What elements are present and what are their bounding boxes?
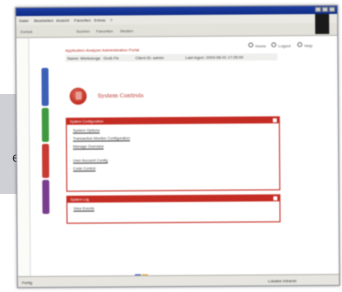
config-panel-title: System Configuration xyxy=(69,119,104,124)
menu-datei[interactable]: Datei xyxy=(19,18,28,23)
search-button[interactable]: Suchen xyxy=(76,29,90,34)
home-link[interactable]: Home xyxy=(255,43,266,48)
log-panel-header: System Log xyxy=(67,195,280,203)
browser-window: Datei Bearbeiten Ansicht Favoriten Extra… xyxy=(15,4,340,289)
user-role: Groß Fix xyxy=(103,55,119,61)
browser-logo-icon xyxy=(315,13,330,35)
config-item-user-account[interactable]: User Account Config xyxy=(73,158,108,162)
minimize-button[interactable] xyxy=(315,6,322,13)
close-button[interactable] xyxy=(329,6,336,12)
config-item-code-control[interactable]: Code Control xyxy=(73,167,95,171)
client-id: Client ID: admin xyxy=(135,55,164,61)
help-icon[interactable] xyxy=(297,42,303,48)
menu-favoriten[interactable]: Favoriten xyxy=(74,18,91,23)
home-icon[interactable] xyxy=(248,42,254,48)
log-panel-title: System Log xyxy=(70,197,89,202)
config-item-transaction-monitor[interactable]: Transaction Monitor Configuration xyxy=(73,136,130,140)
portal-title: Application Analyzer Administration Port… xyxy=(65,47,140,53)
page-heading: System Controls xyxy=(97,93,144,100)
config-panel-header: System Configuration xyxy=(66,117,279,125)
favorites-button[interactable]: Favoriten xyxy=(96,28,113,33)
page-content: Application Analyzer Administration Port… xyxy=(28,35,337,281)
log-close-icon[interactable] xyxy=(273,196,278,201)
menu-help[interactable]: ? xyxy=(110,17,112,22)
system-logo-icon xyxy=(69,87,87,105)
log-panel: System Log View Events xyxy=(66,194,281,224)
side-tab-green[interactable] xyxy=(41,107,49,142)
config-panel: System Configuration System Options Tran… xyxy=(65,116,281,192)
side-tab-red[interactable] xyxy=(41,143,50,178)
last-logon: Last logon: 2003-08-01 17:25:00 xyxy=(185,54,244,60)
config-item-manage-overview[interactable]: Manage Overview xyxy=(73,145,104,149)
status-right: Lokales Intranet xyxy=(267,278,297,284)
user-info-bar: Name: Werkzeuge Groß Fix Client ID: admi… xyxy=(65,53,278,62)
log-item-view-events[interactable]: View Events xyxy=(73,207,94,211)
back-button[interactable]: Zurück xyxy=(20,29,32,34)
side-tab-blue[interactable] xyxy=(41,67,49,106)
side-tab-purple[interactable] xyxy=(42,179,50,214)
config-item-system-options[interactable]: System Options xyxy=(73,129,100,133)
config-close-icon[interactable] xyxy=(272,118,277,123)
menu-ansicht[interactable]: Ansicht xyxy=(56,18,69,23)
status-bar: Fertig Lokales Intranet xyxy=(17,273,339,289)
status-left: Fertig xyxy=(21,280,33,286)
menu-bearbeiten[interactable]: Bearbeiten xyxy=(34,18,53,23)
logout-icon[interactable] xyxy=(271,42,277,48)
help-link[interactable]: Help xyxy=(304,43,312,48)
logout-link[interactable]: Logout xyxy=(278,43,290,48)
user-name: Name: Werkzeuge xyxy=(67,55,101,61)
menu-extras[interactable]: Extras xyxy=(94,17,105,22)
media-button[interactable]: Medien xyxy=(120,28,133,33)
maximize-button[interactable] xyxy=(322,6,329,12)
